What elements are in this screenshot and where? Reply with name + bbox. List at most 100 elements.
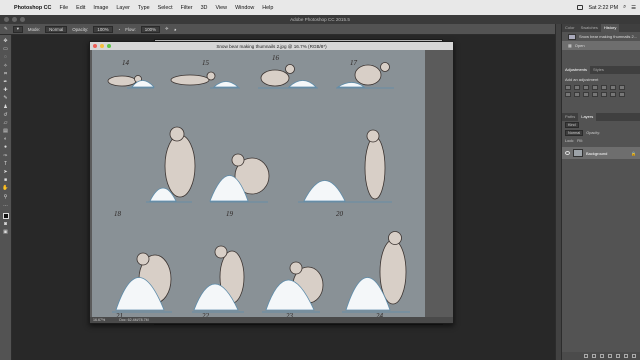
menu-select[interactable]: Select xyxy=(158,5,173,11)
tab-adjustments[interactable]: Adjustments xyxy=(562,66,591,74)
levels-icon[interactable] xyxy=(574,85,580,90)
pressure-opacity-icon[interactable]: ◔ xyxy=(118,27,121,32)
color-lookup-icon[interactable] xyxy=(592,92,598,97)
document-canvas[interactable]: 14 15 16 17 18 19 20 21 22 23 24 xyxy=(92,50,425,319)
tab-paths[interactable]: Paths xyxy=(562,113,578,121)
layer-row-background[interactable]: Background 🔒 xyxy=(562,147,640,159)
adjustment-layer-icon[interactable] xyxy=(608,354,612,358)
color-balance-icon[interactable] xyxy=(619,85,625,90)
history-brush-tool-icon[interactable]: ↺ xyxy=(2,112,10,118)
document-window[interactable]: Snow bear making thumnails 2.jpg @ 16.7%… xyxy=(89,41,454,324)
menu-help[interactable]: Help xyxy=(262,5,273,11)
crop-tool-icon[interactable]: ⌗ xyxy=(2,71,10,77)
screen-mode-icon[interactable]: ▣ xyxy=(2,229,10,235)
history-step-open[interactable]: ▦ Open xyxy=(562,41,640,50)
tab-color[interactable]: Color xyxy=(562,24,578,32)
doc-minimize-icon[interactable] xyxy=(100,43,104,48)
mode-select[interactable]: Normal xyxy=(45,25,68,33)
doc-size-readout[interactable]: Doc: 62.4M/78.7M xyxy=(119,318,148,322)
add-mask-icon[interactable] xyxy=(600,354,604,358)
menu-image[interactable]: Image xyxy=(93,5,108,11)
brush-tool-icon[interactable]: ✎ xyxy=(4,26,8,32)
pen-tool-icon[interactable]: ✑ xyxy=(2,153,10,159)
gradient-tool-icon[interactable]: ▤ xyxy=(2,128,10,134)
minimize-icon[interactable] xyxy=(12,17,17,22)
exposure-icon[interactable] xyxy=(592,85,598,90)
shape-tool-icon[interactable]: ■ xyxy=(2,177,10,183)
layer-style-icon[interactable] xyxy=(592,354,596,358)
quick-select-tool-icon[interactable]: ✧ xyxy=(2,63,10,69)
new-layer-icon[interactable] xyxy=(624,354,628,358)
menu-list-icon[interactable]: ☰ xyxy=(631,5,636,11)
search-icon[interactable]: ⌕ xyxy=(623,4,626,11)
close-icon[interactable] xyxy=(4,17,9,22)
zoom-readout[interactable]: 16.67% xyxy=(93,318,105,322)
hand-tool-icon[interactable]: ✋ xyxy=(2,185,10,191)
menu-window[interactable]: Window xyxy=(235,5,254,11)
vertical-scrollbar[interactable] xyxy=(425,50,453,319)
photo-filter-icon[interactable] xyxy=(574,92,580,97)
marquee-tool-icon[interactable]: ▭ xyxy=(2,46,10,52)
brush-tool-icon[interactable]: ✎ xyxy=(2,95,10,101)
menu-file[interactable]: File xyxy=(59,5,68,11)
dodge-tool-icon[interactable]: ● xyxy=(2,144,10,150)
channel-mixer-icon[interactable] xyxy=(583,92,589,97)
visibility-eye-icon[interactable] xyxy=(565,151,570,155)
vibrance-icon[interactable] xyxy=(601,85,607,90)
delete-layer-icon[interactable] xyxy=(632,354,636,358)
menu-3d[interactable]: 3D xyxy=(201,5,208,11)
menu-view[interactable]: View xyxy=(215,5,227,11)
more-tools-icon[interactable]: … xyxy=(2,202,10,208)
curves-icon[interactable] xyxy=(583,85,589,90)
opacity-field[interactable]: 100% xyxy=(93,25,113,33)
layer-kind-filter[interactable]: Kind xyxy=(565,122,579,128)
flow-field[interactable]: 100% xyxy=(140,25,160,33)
menu-filter[interactable]: Filter xyxy=(181,5,193,11)
menu-edit[interactable]: Edit xyxy=(76,5,85,11)
blur-tool-icon[interactable]: ◐ xyxy=(2,136,10,142)
path-select-tool-icon[interactable]: ➤ xyxy=(2,169,10,175)
hue-saturation-icon[interactable] xyxy=(610,85,616,90)
snapshot-thumbnail xyxy=(568,33,576,40)
link-layers-icon[interactable] xyxy=(584,354,588,358)
lasso-tool-icon[interactable]: ◌ xyxy=(2,54,10,60)
app-menu[interactable]: Photoshop CC xyxy=(14,5,51,11)
healing-tool-icon[interactable]: ✚ xyxy=(2,87,10,93)
blend-mode-select[interactable]: Normal xyxy=(565,130,584,136)
tab-styles[interactable]: Styles xyxy=(590,66,607,74)
type-tool-icon[interactable]: T xyxy=(2,161,10,167)
doc-zoom-icon[interactable] xyxy=(107,43,111,48)
foreground-color-swatch[interactable] xyxy=(2,212,9,219)
move-tool-icon[interactable]: ✥ xyxy=(2,38,10,44)
adjustment-buttons xyxy=(562,83,640,99)
menu-layer[interactable]: Layer xyxy=(116,5,130,11)
stamp-tool-icon[interactable]: ♟ xyxy=(2,104,10,110)
threshold-icon[interactable] xyxy=(619,92,625,97)
quick-mask-icon[interactable]: ◙ xyxy=(2,221,10,227)
history-snapshot[interactable]: Snow bear making thumnails 2... xyxy=(562,32,640,41)
snow-mound-16 xyxy=(287,80,317,88)
tab-layers[interactable]: Layers xyxy=(578,113,597,121)
tab-swatches[interactable]: Swatches xyxy=(578,24,601,32)
eraser-tool-icon[interactable]: ▱ xyxy=(2,120,10,126)
invert-icon[interactable] xyxy=(601,92,607,97)
battery-icon[interactable] xyxy=(577,5,584,10)
doc-close-icon[interactable] xyxy=(93,43,97,48)
eyedropper-tool-icon[interactable]: ✒ xyxy=(2,79,10,85)
tab-history[interactable]: History xyxy=(600,24,620,32)
menu-type[interactable]: Type xyxy=(138,5,150,11)
brush-preset-picker[interactable]: ▾ xyxy=(12,25,23,33)
airbrush-icon[interactable]: ✈ xyxy=(165,26,169,32)
black-white-icon[interactable] xyxy=(565,92,571,97)
layer-thumbnail xyxy=(573,149,583,157)
pressure-size-icon[interactable]: ◕ xyxy=(174,27,177,32)
zoom-icon[interactable] xyxy=(20,17,25,22)
zoom-tool-icon[interactable]: ⚲ xyxy=(2,194,10,200)
frame-label-19: 19 xyxy=(226,210,234,218)
clock[interactable]: Sat 2:22 PM xyxy=(588,5,618,11)
posterize-icon[interactable] xyxy=(610,92,616,97)
brightness-icon[interactable] xyxy=(565,85,571,90)
bear-sketch-22-head xyxy=(214,245,228,259)
new-group-icon[interactable] xyxy=(616,354,620,358)
document-titlebar[interactable]: Snow bear making thumnails 2.jpg @ 16.7%… xyxy=(90,42,453,50)
